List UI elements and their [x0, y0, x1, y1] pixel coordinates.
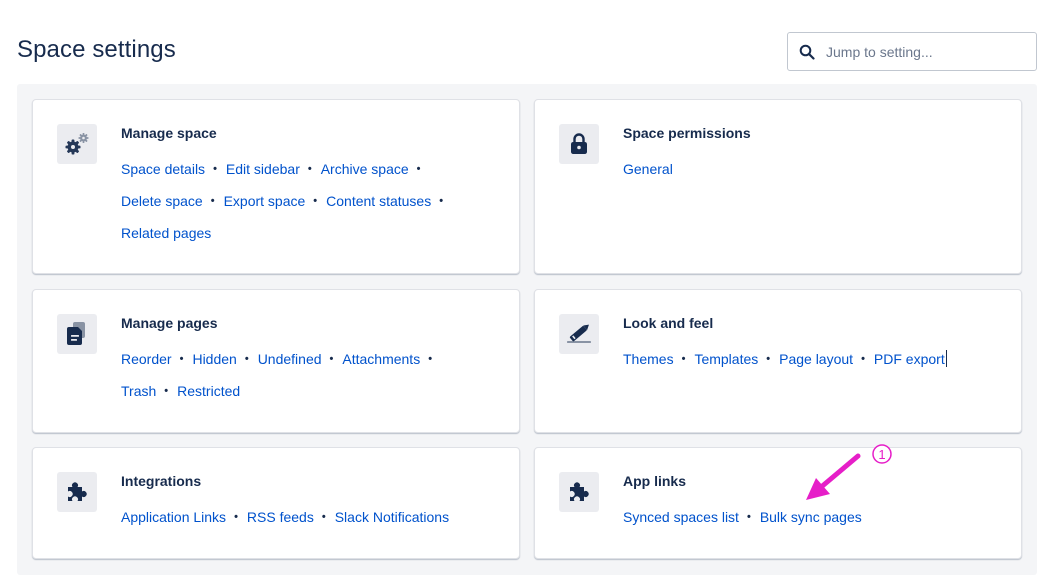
text-cursor: [945, 350, 947, 367]
documents-icon: [57, 314, 97, 354]
card-app-links: App links Synced spaces list • Bulk sync p…: [534, 447, 1022, 559]
bullet-separator: •: [439, 195, 444, 207]
page-title: Space settings: [17, 36, 176, 63]
card-title: Manage pages: [121, 315, 218, 331]
bullet-separator: •: [213, 163, 217, 175]
link-related-pages[interactable]: Related pages: [121, 225, 211, 241]
annotation-marker: 1: [878, 447, 885, 462]
bullet-separator: •: [244, 353, 249, 365]
card-title: Space permissions: [623, 125, 751, 141]
link-themes[interactable]: Themes: [623, 351, 674, 367]
gears-icon: [57, 124, 97, 164]
link-reorder[interactable]: Reorder: [121, 351, 172, 367]
link-templates[interactable]: Templates: [694, 351, 758, 367]
card-look-and-feel: Look and feel Themes • Templates • Page layo…: [534, 289, 1022, 433]
link-list: Application Links • RSS feeds • Slack Notifi…: [121, 501, 499, 533]
bullet-separator: •: [313, 195, 318, 207]
card-title: Look and feel: [623, 315, 714, 331]
card-title: App links: [623, 473, 687, 489]
link-archive-space[interactable]: Archive space: [321, 161, 409, 177]
link-edit-sidebar[interactable]: Edit sidebar: [226, 161, 300, 177]
card-space-permissions: Space permissions General: [534, 99, 1022, 274]
link-bulk-sync-pages[interactable]: Bulk sync pages: [760, 509, 862, 525]
link-hidden[interactable]: Hidden: [192, 351, 236, 367]
card-title: Manage space: [121, 125, 217, 141]
bullet-separator: •: [164, 385, 169, 397]
search-box[interactable]: [787, 32, 1037, 71]
bullet-separator: •: [681, 353, 686, 365]
link-delete-space[interactable]: Delete space: [121, 193, 203, 209]
annotation-arrow-icon: 1: [806, 444, 892, 500]
link-undefined[interactable]: Undefined: [258, 351, 322, 367]
link-pdf-export[interactable]: PDF export: [874, 351, 945, 367]
bullet-separator: •: [321, 511, 326, 523]
link-rss-feeds[interactable]: RSS feeds: [247, 509, 314, 525]
bullet-separator: •: [179, 353, 184, 365]
bullet-separator: •: [416, 163, 421, 175]
link-page-layout[interactable]: Page layout: [779, 351, 853, 367]
link-restricted[interactable]: Restricted: [177, 383, 240, 399]
bullet-separator: •: [234, 511, 238, 523]
search-icon: [788, 33, 826, 70]
lock-icon: [559, 124, 599, 164]
link-synced-spaces-list[interactable]: Synced spaces list: [623, 509, 739, 525]
card-manage-space: Manage space Space details • Edit sidebar •…: [32, 99, 520, 274]
card-integrations: Integrations Application Links • RSS feeds…: [32, 447, 520, 559]
link-slack-notifications[interactable]: Slack Notifications: [335, 509, 449, 525]
bullet-separator: •: [210, 195, 215, 207]
bullet-separator: •: [766, 353, 771, 365]
puzzle-icon: [559, 472, 599, 512]
puzzle-icon: [57, 472, 97, 512]
pencil-icon: [559, 314, 599, 354]
card-manage-pages: Manage pages Reorder • Hidden • Undefined • At…: [32, 289, 520, 433]
link-list: Themes • Templates • Page layout • PDF export: [623, 343, 1001, 375]
search-input[interactable]: [826, 33, 1026, 70]
link-content-statuses[interactable]: Content statuses: [326, 193, 431, 209]
link-list: Space details • Edit sidebar • Archive space…: [121, 153, 499, 249]
bullet-separator: •: [861, 353, 865, 365]
card-title: Integrations: [121, 473, 202, 489]
bullet-separator: •: [746, 511, 751, 523]
bullet-separator: •: [307, 163, 312, 175]
link-general[interactable]: General: [623, 161, 673, 177]
link-export-space[interactable]: Export space: [224, 193, 306, 209]
link-attachments[interactable]: Attachments: [342, 351, 420, 367]
link-application-links[interactable]: Application Links: [121, 509, 226, 525]
link-list: General: [623, 153, 1001, 185]
bullet-separator: •: [428, 353, 433, 365]
link-list: Reorder • Hidden • Undefined • Attachments • Tr…: [121, 343, 499, 407]
link-trash[interactable]: Trash: [121, 383, 156, 399]
link-space-details[interactable]: Space details: [121, 161, 205, 177]
bullet-separator: •: [329, 353, 334, 365]
